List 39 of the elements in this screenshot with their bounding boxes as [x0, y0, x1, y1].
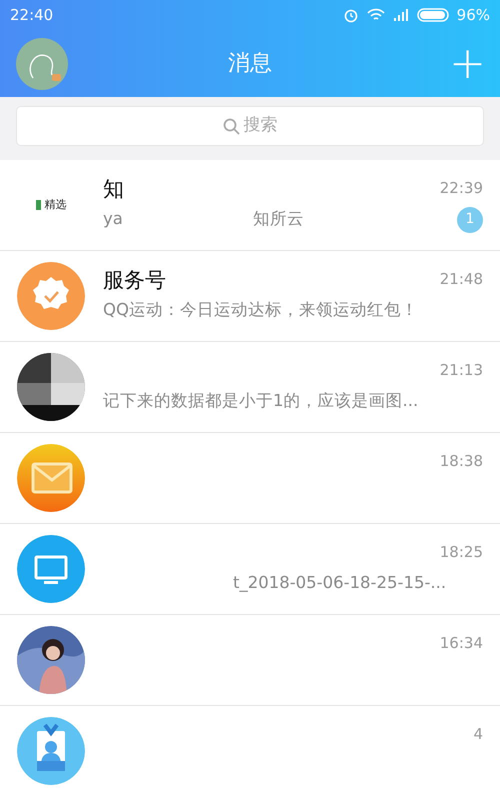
add-button[interactable]: + — [449, 42, 486, 86]
contact-name: 知 — [103, 177, 124, 203]
status-time: 22:40 — [10, 4, 54, 26]
message-preview: 知所云 — [252, 208, 304, 230]
message-preview: QQ运动：今日运动达标，来领运动红包！ — [103, 299, 418, 322]
conversation-row[interactable]: 16:34 — [0, 615, 500, 706]
message-time: 4 — [473, 724, 483, 746]
battery-percent: 96% — [456, 4, 490, 26]
logo-mark-icon — [36, 200, 40, 210]
message-preview: ya — [103, 208, 123, 230]
logo-text: 精选 — [44, 196, 66, 213]
message-time: 21:48 — [440, 269, 483, 290]
conversation-row[interactable]: 21:13 记下来的数据都是小于1的，应该是画图... — [0, 342, 500, 433]
unread-count: 1 — [457, 206, 483, 233]
message-time: 21:13 — [440, 360, 483, 382]
mail-avatar — [17, 444, 85, 512]
message-time: 16:34 — [440, 633, 483, 654]
conversation-row[interactable]: 18:38 — [0, 433, 500, 524]
id-card-avatar — [17, 717, 85, 785]
profile-avatar[interactable] — [16, 38, 68, 90]
message-time: 22:39 — [440, 178, 483, 200]
search-icon — [222, 118, 240, 134]
search-field[interactable]: 搜索 — [16, 106, 484, 146]
conversation-row[interactable]: 精选 知 22:39 ya 知所云 1 — [0, 160, 500, 251]
conversation-row[interactable]: 服务号 21:48 QQ运动：今日运动达标，来领运动红包！ — [0, 251, 500, 342]
message-time: 18:38 — [440, 451, 483, 472]
conversation-row[interactable]: 4 — [0, 706, 500, 790]
page-title: 消息 — [228, 50, 272, 78]
wifi-icon — [366, 8, 385, 22]
message-time: 18:25 — [440, 542, 483, 564]
message-preview: t_2018-05-06-18-25-15-... — [233, 572, 446, 594]
contact-name: 服务号 — [103, 268, 166, 294]
message-preview: 记下来的数据都是小于1的，应该是画图... — [103, 390, 418, 412]
computer-avatar — [17, 535, 85, 603]
alarm-icon — [342, 7, 359, 23]
service-avatar — [17, 262, 85, 330]
battery-icon — [416, 8, 449, 22]
signal-icon — [392, 9, 409, 21]
conversation-row[interactable]: 18:25 t_2018-05-06-18-25-15-... — [0, 524, 500, 615]
